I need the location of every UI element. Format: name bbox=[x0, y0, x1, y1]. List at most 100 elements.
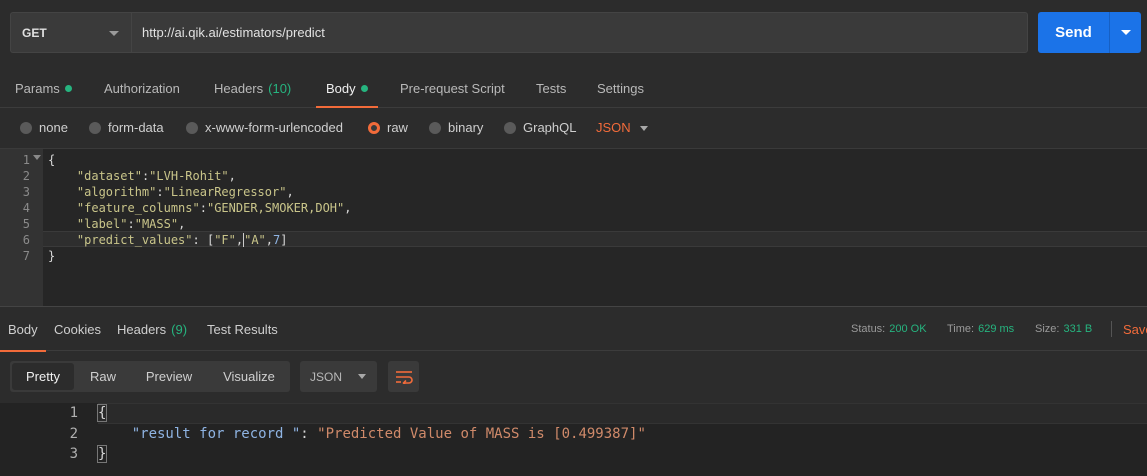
radio-graphql[interactable] bbox=[504, 121, 516, 134]
radio-form-data[interactable] bbox=[89, 121, 101, 134]
response-headers-count: (9) bbox=[171, 321, 188, 337]
json-value: "Predicted Value of MASS is [0.499387]" bbox=[317, 426, 646, 442]
tab-authorization[interactable]: Authorization bbox=[104, 70, 180, 107]
response-format-select[interactable]: JSON bbox=[300, 361, 377, 392]
view-preview-label: Preview bbox=[145, 369, 193, 384]
json-value: "F" bbox=[214, 233, 236, 247]
status-readout: Status: 200 OK bbox=[851, 323, 927, 335]
json-key: "algorithm" bbox=[76, 185, 157, 199]
body-option-form-data[interactable]: form-data bbox=[89, 120, 164, 135]
json-key: "result for record " bbox=[131, 426, 301, 442]
open-brace: { bbox=[48, 153, 56, 167]
body-type-options: none form-data x-www-form-urlencoded raw… bbox=[0, 108, 1147, 148]
response-tab-test-results[interactable]: Test Results bbox=[207, 307, 278, 351]
request-url-bar: GET http://ai.qik.ai/estimators/predict … bbox=[0, 0, 1147, 64]
request-body-editor[interactable]: 1 2 3 4 5 6 7 { "dataset":"LVH-Rohit", "… bbox=[0, 148, 1147, 307]
response-tab-body[interactable]: Body bbox=[0, 307, 46, 352]
response-line: } bbox=[96, 444, 108, 464]
radio-raw-selected[interactable] bbox=[368, 121, 380, 134]
method-select[interactable]: GET bbox=[10, 12, 131, 53]
response-tab-headers[interactable]: Headers (9) bbox=[117, 307, 187, 351]
label-none: none bbox=[39, 120, 68, 135]
json-value: "LinearRegressor" bbox=[163, 185, 287, 199]
method-label: GET bbox=[22, 25, 47, 40]
chevron-down-icon[interactable] bbox=[640, 126, 648, 131]
code-line: } bbox=[48, 248, 55, 264]
send-button[interactable]: Send bbox=[1038, 12, 1141, 53]
active-line-highlight bbox=[98, 403, 1147, 424]
language-select[interactable]: JSON bbox=[596, 120, 631, 135]
response-tab-headers-label: Headers bbox=[117, 321, 167, 337]
view-raw-button[interactable]: Raw bbox=[76, 361, 130, 392]
wrap-lines-icon bbox=[395, 370, 413, 384]
response-tab-body-label: Body bbox=[8, 321, 38, 337]
body-option-urlencoded[interactable]: x-www-form-urlencoded bbox=[186, 120, 343, 135]
send-options-chevron-icon[interactable] bbox=[1121, 30, 1131, 35]
url-input[interactable]: http://ai.qik.ai/estimators/predict bbox=[131, 12, 1028, 53]
code-line: "label":"MASS", bbox=[76, 217, 186, 231]
line-number: 3 bbox=[69, 446, 78, 462]
response-body-viewer[interactable]: 1 2 3 { "result for record ": "Predicted… bbox=[0, 403, 1147, 476]
line-number: 3 bbox=[22, 185, 30, 199]
line-number: 1 bbox=[22, 153, 30, 167]
label-form-data: form-data bbox=[108, 120, 164, 135]
body-indicator-dot bbox=[360, 85, 368, 92]
open-brace: { bbox=[96, 404, 108, 422]
url-value: http://ai.qik.ai/estimators/predict bbox=[142, 25, 325, 40]
time-label: Time: bbox=[947, 323, 975, 335]
response-tab-cookies-label: Cookies bbox=[54, 321, 101, 337]
size-label: Size: bbox=[1035, 323, 1060, 335]
json-key: "dataset" bbox=[76, 169, 142, 183]
request-tabs: Params Authorization Headers (10) Body P… bbox=[0, 70, 1147, 108]
view-visualize-button[interactable]: Visualize bbox=[210, 361, 288, 392]
code-line: "dataset":"LVH-Rohit", bbox=[76, 169, 236, 183]
headers-count-badge: (10) bbox=[268, 81, 292, 96]
tab-headers[interactable]: Headers (10) bbox=[214, 70, 291, 107]
chevron-down-icon bbox=[358, 374, 366, 379]
line-number: 5 bbox=[22, 217, 30, 231]
tab-settings[interactable]: Settings bbox=[597, 70, 644, 107]
view-pretty-button[interactable]: Pretty bbox=[12, 363, 74, 390]
radio-urlencoded[interactable] bbox=[186, 121, 198, 134]
tab-pre-request-script[interactable]: Pre-request Script bbox=[400, 70, 505, 107]
view-raw-label: Raw bbox=[89, 369, 116, 384]
tab-tests[interactable]: Tests bbox=[536, 70, 566, 107]
code-line: "algorithm":"LinearRegressor", bbox=[76, 185, 294, 199]
line-number: 2 bbox=[22, 169, 30, 183]
save-response-button[interactable]: Save bbox=[1123, 322, 1147, 337]
body-option-binary[interactable]: binary bbox=[429, 120, 483, 135]
line-number: 6 bbox=[22, 233, 30, 247]
radio-none[interactable] bbox=[20, 121, 32, 134]
fold-arrow-icon[interactable] bbox=[33, 155, 41, 160]
code-line: { bbox=[48, 152, 55, 168]
response-line: { bbox=[96, 403, 108, 423]
divider bbox=[1111, 321, 1112, 337]
tab-params[interactable]: Params bbox=[15, 70, 72, 107]
response-tabs: Body Cookies Headers (9) Test Results St… bbox=[0, 306, 1147, 352]
send-label: Send bbox=[1055, 24, 1092, 41]
tab-settings-label: Settings bbox=[597, 81, 644, 96]
body-option-raw[interactable]: raw bbox=[368, 120, 408, 135]
editor-gutter: 1 2 3 4 5 6 7 bbox=[0, 149, 43, 307]
label-graphql: GraphQL bbox=[523, 120, 577, 135]
view-visualize-label: Visualize bbox=[223, 369, 275, 384]
line-number: 7 bbox=[22, 249, 30, 263]
status-label: Status: bbox=[851, 323, 886, 335]
view-preview-button[interactable]: Preview bbox=[134, 361, 204, 392]
radio-binary[interactable] bbox=[429, 121, 441, 134]
tab-body[interactable]: Body bbox=[316, 70, 378, 108]
response-tab-test-results-label: Test Results bbox=[207, 321, 278, 337]
tab-params-label: Params bbox=[15, 81, 60, 96]
label-urlencoded: x-www-form-urlencoded bbox=[205, 120, 343, 135]
line-number: 4 bbox=[22, 201, 30, 215]
line-number: 1 bbox=[69, 405, 78, 421]
json-key: "predict_values" bbox=[76, 233, 193, 247]
response-tab-cookies[interactable]: Cookies bbox=[54, 307, 101, 351]
wrap-lines-button[interactable] bbox=[388, 361, 419, 392]
body-option-none[interactable]: none bbox=[20, 120, 68, 135]
time-value: 629 ms bbox=[978, 323, 1015, 335]
response-line: "result for record ": "Predicted Value o… bbox=[131, 426, 646, 442]
json-value: "LVH-Rohit" bbox=[149, 169, 229, 183]
label-binary: binary bbox=[448, 120, 484, 135]
body-option-graphql[interactable]: GraphQL bbox=[504, 120, 576, 135]
